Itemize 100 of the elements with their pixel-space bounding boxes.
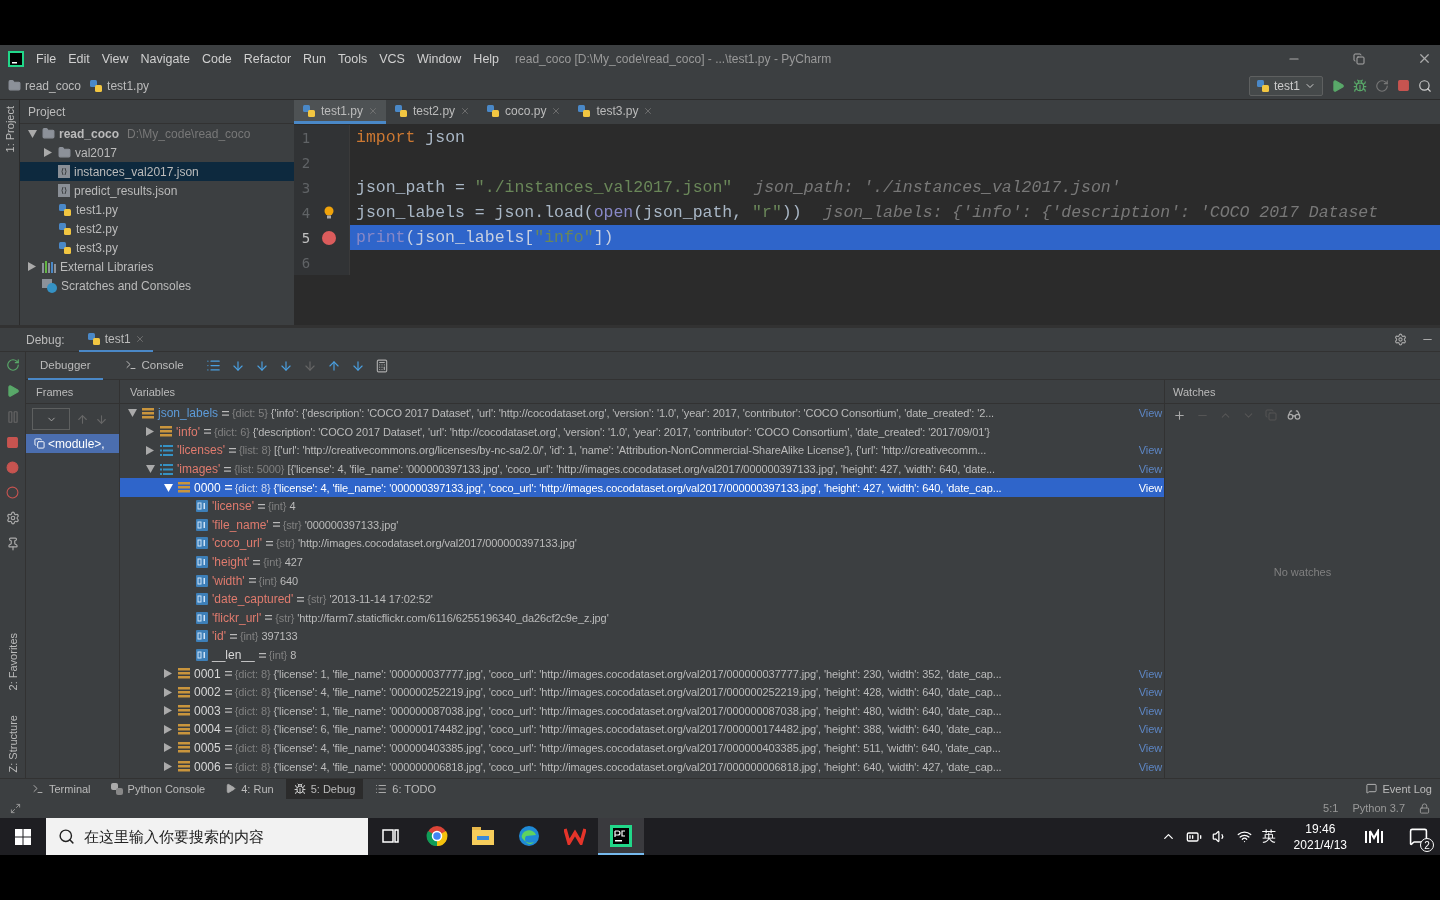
- lightbulb-icon[interactable]: [324, 206, 334, 219]
- cursor-position[interactable]: 5:1: [1323, 802, 1339, 814]
- variable-row[interactable]: 0005 {dict: 8} {'license': 4, 'file_name': '000000403385.jpg', 'coco_url': 'http://images.cocodataset.org/val2017/000000403385.jpg', 'height': 511, 'width': 640, 'date_cap... View: [120, 738, 1164, 758]
- run-config-dropdown[interactable]: test1: [1249, 75, 1323, 96]
- variable-row[interactable]: 0001 {dict: 8} {'license': 1, 'file_name': '000000037777.jpg', 'coco_url': 'http://images.cocodataset.org/val2017/000000037777.jpg', 'height': 230, 'width': 352, 'date_cap... View: [120, 664, 1164, 683]
- view-link[interactable]: View: [1138, 723, 1162, 736]
- evaluate-button[interactable]: [374, 358, 389, 373]
- variable-row[interactable]: 'licenses' {list: 8} [{'url': 'http://creativecommons.org/licenses/by-nc-sa/2.0/', 'id': 1, 'name': 'Attribution-NonCommercial-ShareAlike License'}, {'url': 'http://creativecomm... View: [120, 441, 1164, 460]
- debugger-tab[interactable]: Debugger: [28, 351, 103, 380]
- project-tree-item[interactable]: val2017: [20, 143, 294, 162]
- menu-item[interactable]: View: [101, 51, 129, 66]
- view-link[interactable]: View: [1138, 481, 1162, 494]
- add-watch-button[interactable]: [1173, 408, 1186, 422]
- ide-app-icon[interactable]: [610, 824, 632, 847]
- project-tree-item[interactable]: test1.py: [20, 200, 294, 219]
- tool-window-tab[interactable]: Terminal: [24, 778, 99, 799]
- tool-window-tab[interactable]: Python Console: [102, 778, 214, 799]
- pin-button[interactable]: [5, 537, 20, 551]
- project-tree-item[interactable]: test3.py: [20, 238, 294, 257]
- mute-breakpoints-button[interactable]: [6, 486, 19, 499]
- debugger-tab[interactable]: Console: [112, 351, 196, 380]
- debug-button[interactable]: [1353, 78, 1367, 93]
- view-link[interactable]: View: [1138, 760, 1162, 773]
- menu-item[interactable]: Run: [303, 51, 326, 66]
- view-link[interactable]: View: [1138, 444, 1162, 457]
- favorites-tool-tab[interactable]: 2: Favorites: [6, 627, 19, 697]
- step-button[interactable]: [254, 358, 269, 373]
- stop-button[interactable]: [6, 436, 19, 449]
- structure-tool-tab[interactable]: Z: Structure: [6, 708, 19, 778]
- glasses-icon[interactable]: [1287, 408, 1301, 422]
- taskbar-search-field[interactable]: 在这里输入你要搜索的内容: [46, 818, 368, 855]
- variable-row[interactable]: 'license' {int} 4: [120, 496, 1164, 516]
- menu-item[interactable]: Help: [473, 51, 500, 66]
- settings-button[interactable]: [1394, 333, 1407, 346]
- variable-row[interactable]: 'coco_url' {str} 'http://images.cocodataset.org/val2017/000000397133.jpg': [120, 534, 1164, 553]
- step-button[interactable]: [278, 358, 293, 373]
- menu-item[interactable]: File: [36, 51, 57, 66]
- menu-item[interactable]: Navigate: [140, 51, 190, 66]
- browser-icon[interactable]: [518, 824, 540, 847]
- variable-row[interactable]: 0000 {dict: 8} {'license': 4, 'file_name': '000000397133.jpg', 'coco_url': 'http://images.cocodataset.org/val2017/000000397133.jpg', 'height': 427, 'width': 640, 'date_cap... View: [120, 478, 1164, 497]
- breadcrumb[interactable]: test1.py: [89, 78, 150, 93]
- rerun-button[interactable]: [1375, 78, 1389, 93]
- taskbar-clock[interactable]: 19:46 2021/4/13: [1293, 820, 1347, 853]
- frame-item[interactable]: <module>,: [26, 434, 119, 453]
- variable-row[interactable]: 'date_captured' {str} '2013-11-14 17:02:52': [120, 589, 1164, 609]
- menu-item[interactable]: Refactor: [243, 51, 292, 66]
- search-button[interactable]: [1418, 78, 1432, 93]
- menu-item[interactable]: Code: [201, 51, 232, 66]
- tool-window-tab[interactable]: 5: Debug: [285, 778, 364, 799]
- tool-window-tab[interactable]: 6: TODO: [367, 778, 444, 799]
- run-button[interactable]: [1331, 78, 1345, 93]
- project-tree-item[interactable]: read_coco D:\My_code\read_coco: [20, 124, 294, 143]
- lock-icon[interactable]: [1419, 802, 1430, 814]
- variable-row[interactable]: 'width' {int} 640: [120, 571, 1164, 590]
- menu-item[interactable]: Edit: [68, 51, 90, 66]
- view-link[interactable]: View: [1138, 742, 1162, 754]
- project-tree-item[interactable]: test2.py: [20, 219, 294, 238]
- tool-window-tab[interactable]: 4: Run: [217, 778, 282, 799]
- office-app-icon[interactable]: [564, 826, 586, 845]
- layout-icon[interactable]: [10, 802, 21, 814]
- app-tray-icon[interactable]: [1365, 828, 1383, 845]
- variable-row[interactable]: 'height' {int} 427: [120, 552, 1164, 572]
- variable-row[interactable]: 'file_name' {str} '000000397133.jpg': [120, 515, 1164, 535]
- breakpoints-button[interactable]: [6, 461, 19, 474]
- view-link[interactable]: View: [1138, 704, 1162, 717]
- view-link[interactable]: View: [1138, 667, 1162, 680]
- event-log-tab[interactable]: Event Log: [1358, 778, 1440, 799]
- project-tree-item[interactable]: predict_results.json: [20, 181, 294, 200]
- taskbar-app-slot[interactable]: [598, 818, 644, 855]
- variable-row[interactable]: json_labels {dict: 5} {'info': {'description': 'COCO 2017 Dataset', 'url': 'http://cocodataset.org', 'version': '1.0', 'year': 2017, 'contributor': 'COCO Consortium', 'date_created': '2... View: [120, 404, 1164, 423]
- variable-row[interactable]: 'id' {int} 397133: [120, 627, 1164, 646]
- settings-button[interactable]: [5, 511, 20, 525]
- input-method-indicator[interactable]: 英: [1261, 827, 1276, 846]
- resume-button[interactable]: [5, 384, 20, 398]
- variable-row[interactable]: 'info' {dict: 6} {'description': 'COCO 2017 Dataset', 'url': 'http://cocodataset.org', 'version': '1.0', 'year': 2017, 'contributor': 'COCO Consortium', 'date_created': '2017/09/01'}: [120, 422, 1164, 442]
- wifi-icon[interactable]: [1236, 829, 1252, 844]
- close-button[interactable]: [1417, 51, 1432, 66]
- step-button[interactable]: [230, 358, 245, 373]
- editor-tab[interactable]: test1.py: [294, 100, 387, 124]
- menu-item[interactable]: Window: [416, 51, 462, 66]
- view-link[interactable]: View: [1138, 463, 1162, 476]
- variable-row[interactable]: __len__ {int} 8: [120, 645, 1164, 665]
- debug-session-tab[interactable]: test1: [78, 327, 153, 352]
- project-tree-item[interactable]: External Libraries: [20, 257, 294, 276]
- view-link[interactable]: View: [1138, 686, 1162, 699]
- browser-icon[interactable]: [426, 824, 448, 847]
- frames-list-button[interactable]: [205, 358, 221, 373]
- project-tree-item[interactable]: instances_val2017.json: [20, 162, 294, 181]
- project-tree-item[interactable]: Scratches and Consoles: [20, 276, 294, 295]
- stop-button[interactable]: [1397, 79, 1410, 92]
- variable-row[interactable]: 'flickr_url' {str} 'http://farm7.staticflickr.com/6116/6255196340_da26cf2c9e_z.jpg': [120, 608, 1164, 628]
- menu-item[interactable]: VCS: [379, 51, 405, 66]
- breadcrumb[interactable]: read_coco: [8, 78, 82, 93]
- step-button[interactable]: [326, 358, 341, 373]
- view-link[interactable]: View: [1138, 407, 1162, 420]
- file-explorer-icon[interactable]: [472, 826, 494, 845]
- breakpoint-icon[interactable]: [322, 230, 336, 245]
- project-tool-tab[interactable]: 1: Project: [3, 100, 16, 159]
- variable-row[interactable]: 0002 {dict: 8} {'license': 4, 'file_name': '000000252219.jpg', 'coco_url': 'http://images.cocodataset.org/val2017/000000252219.jpg', 'height': 428, 'width': 640, 'date_cap... View: [120, 682, 1164, 702]
- step-button[interactable]: [350, 358, 365, 373]
